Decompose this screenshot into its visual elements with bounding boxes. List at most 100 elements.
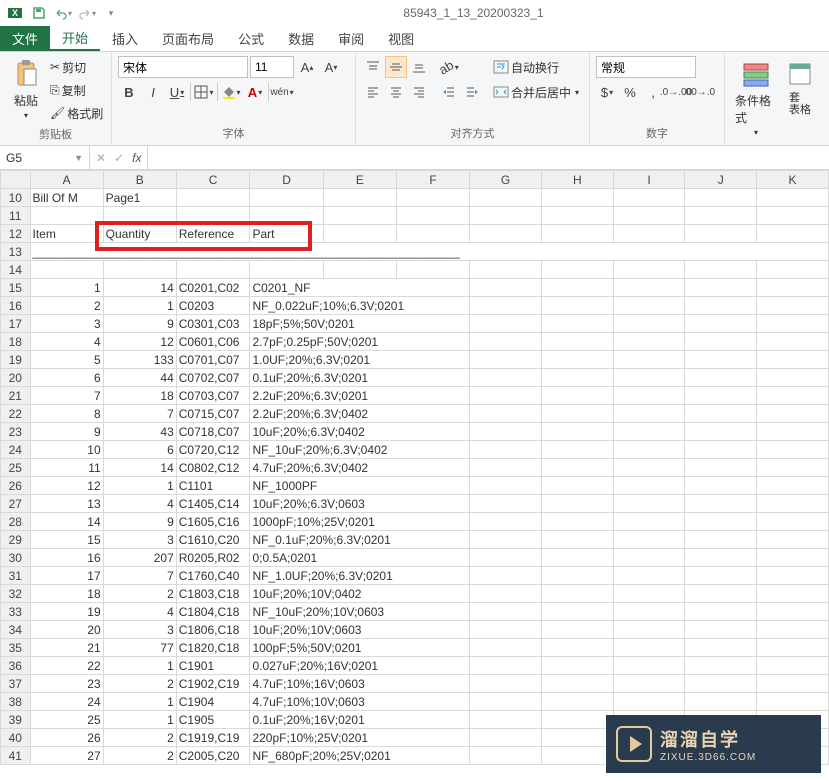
cell[interactable]: 10uF;20%;6.3V;0603: [250, 495, 470, 513]
cell[interactable]: [541, 423, 613, 441]
cell[interactable]: NF_1000PF: [250, 477, 470, 495]
cell[interactable]: NF_680pF;20%;25V;0201: [250, 747, 470, 765]
cell[interactable]: 14: [103, 279, 176, 297]
cell[interactable]: 12: [103, 333, 176, 351]
cell[interactable]: 25: [30, 711, 103, 729]
orientation-button[interactable]: ab: [438, 56, 460, 78]
align-center-button[interactable]: [385, 81, 407, 103]
name-box[interactable]: G5 ▼: [0, 146, 90, 169]
cell[interactable]: [323, 225, 396, 243]
cell[interactable]: [541, 369, 613, 387]
cell[interactable]: [176, 261, 250, 279]
cell[interactable]: 2.2uF;20%;6.3V;0201: [250, 387, 470, 405]
cell[interactable]: [613, 459, 685, 477]
decrease-indent-button[interactable]: [438, 81, 460, 103]
decrease-decimal-button[interactable]: .00→.0: [688, 81, 710, 103]
cell[interactable]: [685, 405, 757, 423]
cell[interactable]: 21: [30, 639, 103, 657]
cell[interactable]: 1: [103, 477, 176, 495]
cell[interactable]: [757, 225, 829, 243]
wrap-text-button[interactable]: 自动换行: [493, 56, 579, 78]
spreadsheet-grid[interactable]: A B C D E F G H I J K 10 Bill Of M Page1…: [0, 170, 829, 765]
font-color-button[interactable]: A: [244, 81, 266, 103]
cell[interactable]: [250, 207, 323, 225]
cell[interactable]: 1: [30, 279, 103, 297]
cell[interactable]: 2: [103, 585, 176, 603]
cell[interactable]: [470, 405, 542, 423]
cell[interactable]: 0;0.5A;0201: [250, 549, 470, 567]
cell[interactable]: [613, 513, 685, 531]
cell[interactable]: C1101: [176, 477, 250, 495]
cell[interactable]: [470, 189, 542, 207]
cell[interactable]: C0715,C07: [176, 405, 250, 423]
cell[interactable]: [613, 621, 685, 639]
cell[interactable]: [685, 513, 757, 531]
cell[interactable]: 24: [30, 693, 103, 711]
cell[interactable]: 5: [30, 351, 103, 369]
col-header[interactable]: C: [176, 171, 250, 189]
cell[interactable]: [470, 369, 542, 387]
row-header[interactable]: 10: [1, 189, 31, 207]
cell[interactable]: [613, 657, 685, 675]
cell[interactable]: ________________________________________…: [30, 243, 828, 261]
cell[interactable]: 77: [103, 639, 176, 657]
cell[interactable]: [757, 621, 829, 639]
cell[interactable]: [470, 279, 542, 297]
cell[interactable]: 7: [103, 405, 176, 423]
cell[interactable]: 10uF;20%;10V;0402: [250, 585, 470, 603]
cell[interactable]: C1905: [176, 711, 250, 729]
cell[interactable]: [470, 585, 542, 603]
formula-input[interactable]: [148, 146, 829, 169]
row-header[interactable]: 15: [1, 279, 31, 297]
cell[interactable]: [541, 279, 613, 297]
tab-layout[interactable]: 页面布局: [150, 26, 226, 51]
row-header[interactable]: 16: [1, 297, 31, 315]
font-name-select[interactable]: [118, 56, 248, 78]
row-header[interactable]: 24: [1, 441, 31, 459]
cell[interactable]: C0201_NF: [250, 279, 470, 297]
cell[interactable]: NF_0.1uF;20%;6.3V;0201: [250, 531, 470, 549]
bold-button[interactable]: B: [118, 81, 140, 103]
cell[interactable]: [541, 747, 613, 765]
cell[interactable]: [470, 711, 542, 729]
cell[interactable]: [396, 207, 469, 225]
select-all-corner[interactable]: [1, 171, 31, 189]
cell[interactable]: [613, 315, 685, 333]
col-header[interactable]: H: [541, 171, 613, 189]
underline-button[interactable]: U: [166, 81, 188, 103]
cell[interactable]: [541, 189, 613, 207]
cancel-formula-icon[interactable]: ✕: [96, 151, 106, 165]
cell[interactable]: C1804,C18: [176, 603, 250, 621]
row-header[interactable]: 23: [1, 423, 31, 441]
tab-file[interactable]: 文件: [0, 26, 50, 51]
cell[interactable]: C1605,C16: [176, 513, 250, 531]
cell[interactable]: [541, 711, 613, 729]
cell[interactable]: [470, 297, 542, 315]
cell[interactable]: NF_10uF;20%;6.3V;0402: [250, 441, 470, 459]
cell[interactable]: [757, 585, 829, 603]
cell[interactable]: 3: [103, 531, 176, 549]
cell[interactable]: [470, 675, 542, 693]
cell[interactable]: [470, 747, 542, 765]
cell[interactable]: 20: [30, 621, 103, 639]
cell[interactable]: 1: [103, 657, 176, 675]
cell[interactable]: 2: [30, 297, 103, 315]
cell[interactable]: [470, 621, 542, 639]
shrink-font-button[interactable]: A▾: [320, 56, 342, 78]
cell[interactable]: [685, 657, 757, 675]
font-size-select[interactable]: [250, 56, 294, 78]
row-header[interactable]: 35: [1, 639, 31, 657]
cell[interactable]: [757, 639, 829, 657]
row-header[interactable]: 38: [1, 693, 31, 711]
align-top-button[interactable]: [362, 56, 384, 78]
cell[interactable]: [757, 675, 829, 693]
cell[interactable]: [685, 549, 757, 567]
tab-formulas[interactable]: 公式: [226, 26, 276, 51]
cell[interactable]: Bill Of M: [30, 189, 103, 207]
cell[interactable]: 133: [103, 351, 176, 369]
cell[interactable]: C1405,C14: [176, 495, 250, 513]
cell[interactable]: 2.2uF;20%;6.3V;0402: [250, 405, 470, 423]
row-header[interactable]: 34: [1, 621, 31, 639]
cell[interactable]: C1610,C20: [176, 531, 250, 549]
cell[interactable]: [757, 315, 829, 333]
